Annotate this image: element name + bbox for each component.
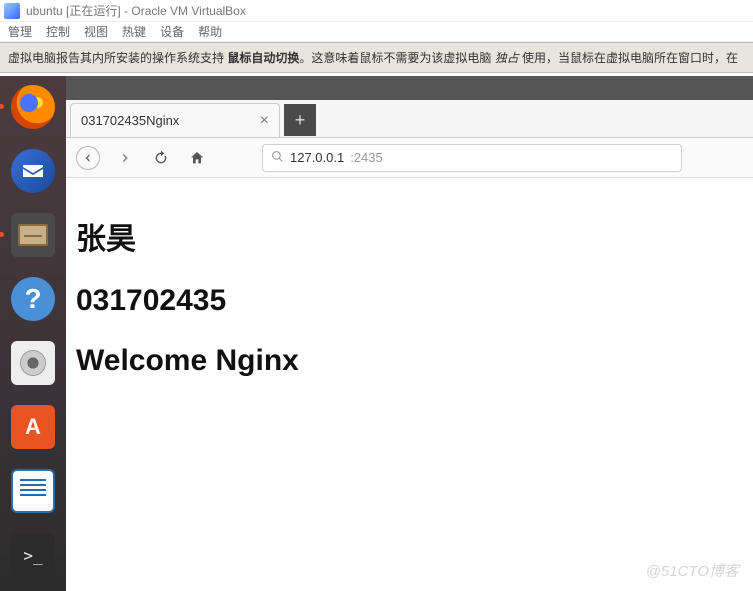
page-heading-id: 031702435 bbox=[76, 284, 743, 318]
running-indicator-icon bbox=[0, 232, 4, 237]
launcher-terminal[interactable]: >_ bbox=[8, 530, 58, 580]
reload-button[interactable] bbox=[150, 147, 172, 169]
libreoffice-writer-icon bbox=[11, 469, 55, 513]
home-icon bbox=[189, 150, 205, 166]
firefox-window: 031702435Nginx × + bbox=[66, 100, 753, 591]
menu-control[interactable]: 控制 bbox=[46, 23, 70, 40]
unity-launcher: ? A >_ bbox=[0, 76, 66, 591]
terminal-icon: >_ bbox=[11, 533, 55, 577]
files-icon bbox=[11, 213, 55, 257]
infobar-post1: 。这意味着鼠标不需要为该虚拟电脑 bbox=[299, 51, 494, 65]
vbox-infobar: 虚拟电脑报告其内所安装的操作系统支持 鼠标自动切换。这意味着鼠标不需要为该虚拟电… bbox=[0, 42, 753, 73]
menu-input[interactable]: 热键 bbox=[122, 23, 146, 40]
arrow-left-icon bbox=[82, 152, 94, 164]
menu-help[interactable]: 帮助 bbox=[198, 23, 222, 40]
virtualbox-icon bbox=[4, 3, 20, 19]
page-content: 张昊 031702435 Welcome Nginx bbox=[66, 178, 753, 591]
new-tab-button[interactable]: + bbox=[284, 104, 316, 136]
firefox-icon bbox=[11, 85, 55, 129]
guest-panel bbox=[66, 76, 753, 100]
help-icon: ? bbox=[11, 277, 55, 321]
url-bar[interactable]: 127.0.0.1 :2435 bbox=[262, 144, 682, 172]
vbox-menubar: 管理 控制 视图 热键 设备 帮助 bbox=[0, 22, 753, 42]
launcher-writer[interactable] bbox=[8, 466, 58, 516]
vbox-titlebar: ubuntu [正在运行] - Oracle VM VirtualBox bbox=[0, 0, 753, 22]
vbox-title: ubuntu [正在运行] - Oracle VM VirtualBox bbox=[26, 2, 246, 19]
search-icon bbox=[271, 150, 284, 166]
infobar-post2: 使用，当鼠标在虚拟电脑所在窗口时，在 bbox=[519, 51, 738, 65]
url-host: 127.0.0.1 bbox=[290, 150, 344, 165]
reload-icon bbox=[153, 150, 169, 166]
menu-devices[interactable]: 设备 bbox=[160, 23, 184, 40]
guest-desktop: ? A >_ 031702435Nginx × + bbox=[0, 76, 753, 591]
launcher-firefox[interactable] bbox=[8, 82, 58, 132]
infobar-bold: 鼠标自动切换 bbox=[227, 51, 299, 65]
launcher-software[interactable]: A bbox=[8, 402, 58, 452]
launcher-help[interactable]: ? bbox=[8, 274, 58, 324]
menu-view[interactable]: 视图 bbox=[84, 23, 108, 40]
plus-icon: + bbox=[295, 110, 306, 131]
launcher-rhythmbox[interactable] bbox=[8, 338, 58, 388]
tab-close-icon[interactable]: × bbox=[260, 112, 269, 130]
thunderbird-icon bbox=[11, 149, 55, 193]
firefox-toolbar: 127.0.0.1 :2435 bbox=[66, 138, 753, 178]
back-button[interactable] bbox=[76, 146, 100, 170]
software-center-icon: A bbox=[11, 405, 55, 449]
url-port: :2435 bbox=[350, 150, 383, 165]
launcher-files[interactable] bbox=[8, 210, 58, 260]
page-heading-welcome: Welcome Nginx bbox=[76, 344, 743, 378]
infobar-italic: 独占 bbox=[495, 51, 519, 65]
menu-manage[interactable]: 管理 bbox=[8, 23, 32, 40]
forward-button[interactable] bbox=[114, 147, 136, 169]
tab-title: 031702435Nginx bbox=[81, 113, 179, 128]
home-button[interactable] bbox=[186, 147, 208, 169]
arrow-right-icon bbox=[118, 151, 132, 165]
running-indicator-icon bbox=[0, 104, 4, 109]
launcher-thunderbird[interactable] bbox=[8, 146, 58, 196]
infobar-pre: 虚拟电脑报告其内所安装的操作系统支持 bbox=[8, 51, 227, 65]
page-heading-name: 张昊 bbox=[76, 214, 743, 258]
rhythmbox-icon bbox=[11, 341, 55, 385]
firefox-tabstrip: 031702435Nginx × + bbox=[66, 100, 753, 138]
watermark: @51CTO博客 bbox=[646, 560, 739, 581]
browser-tab-active[interactable]: 031702435Nginx × bbox=[70, 103, 280, 137]
